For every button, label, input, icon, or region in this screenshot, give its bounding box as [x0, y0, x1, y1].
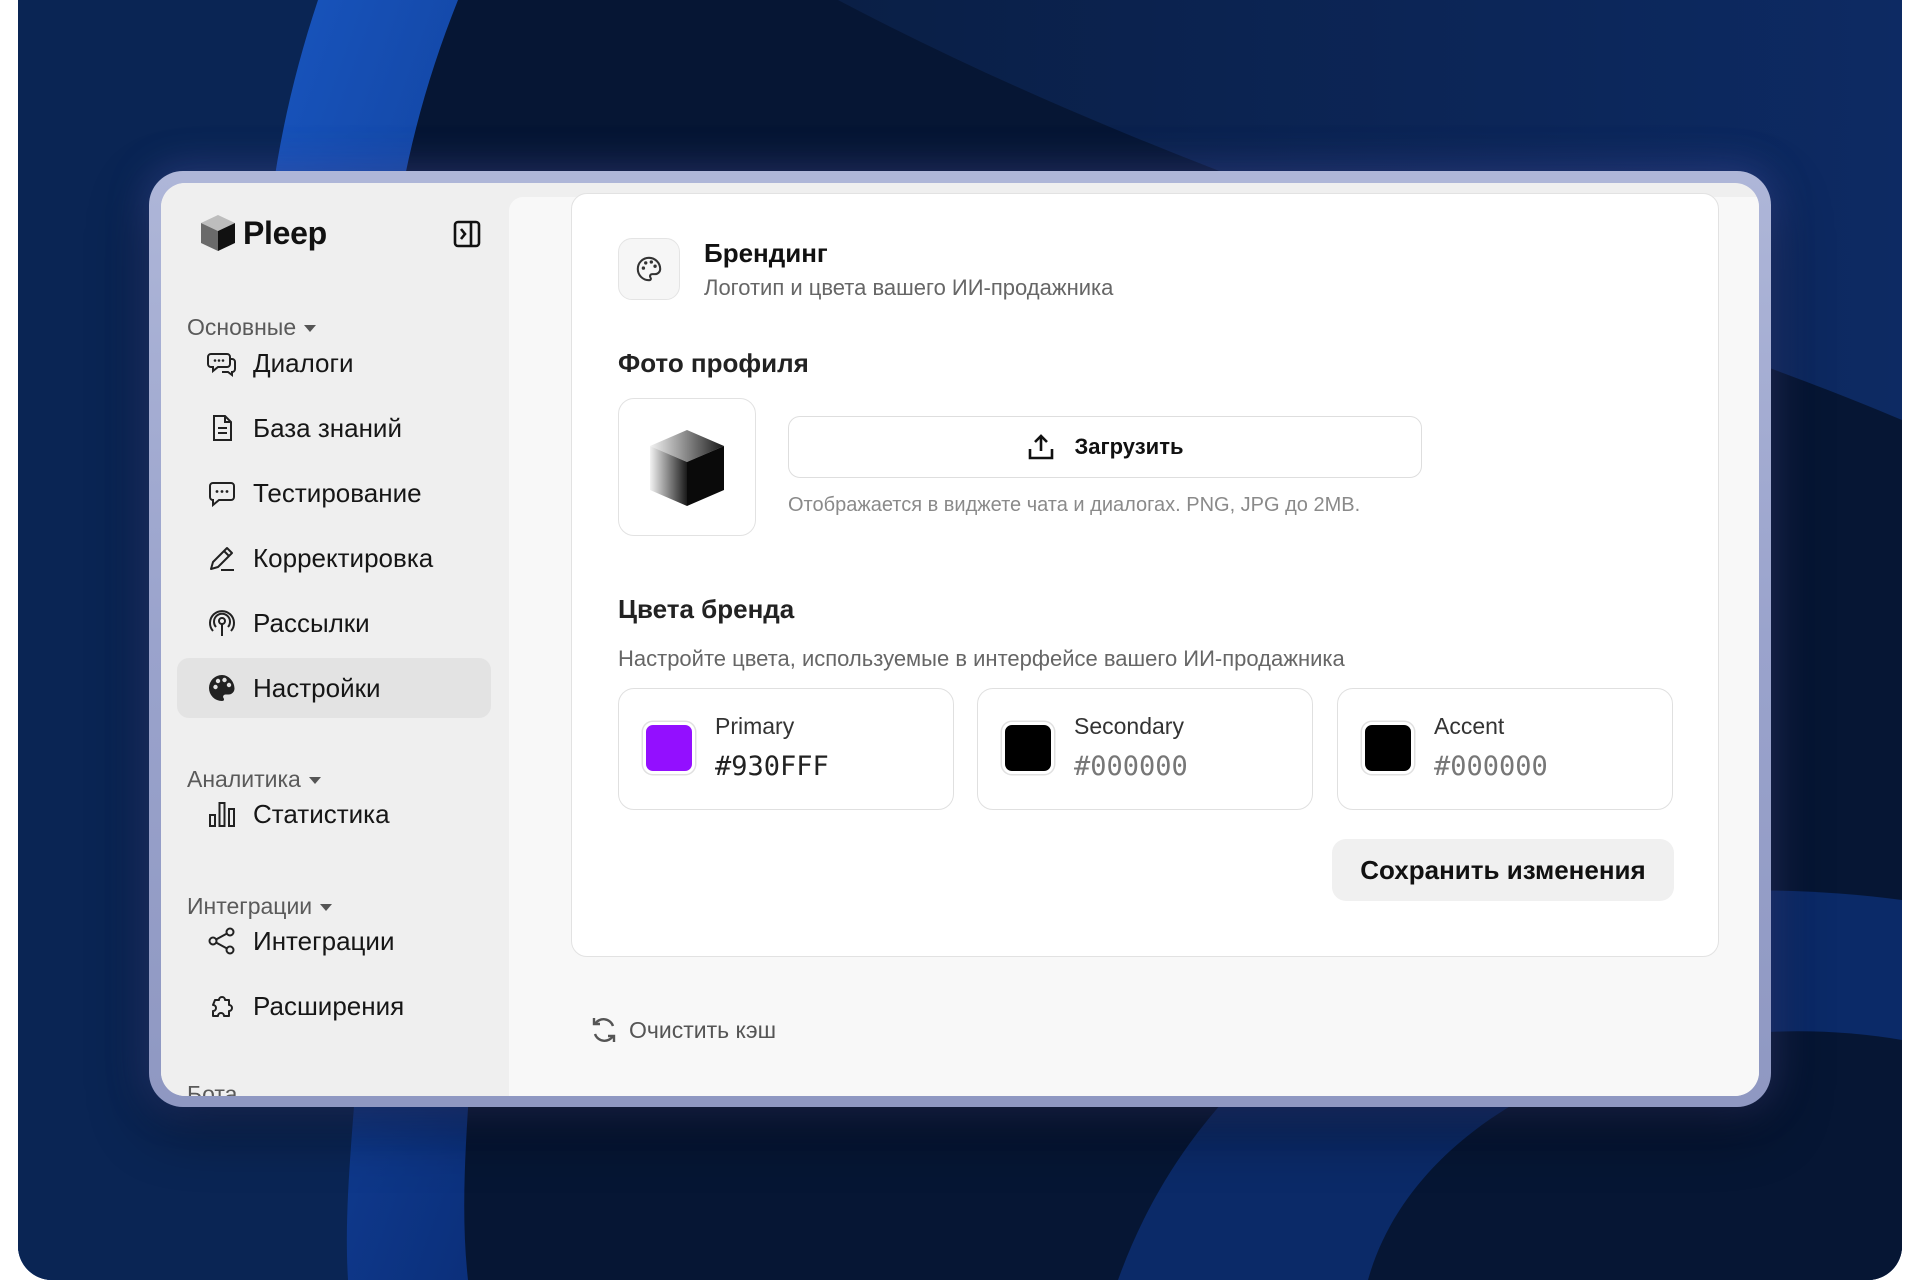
sidebar-item-label: Рассылки: [253, 607, 370, 638]
broadcast-icon: [209, 610, 235, 636]
sidebar-item-label: Тестирование: [253, 477, 422, 508]
sidebar: Pleep Основные Диалоги База знаний Тести…: [161, 183, 509, 1096]
clear-cache-label: Очистить кэш: [629, 1016, 777, 1043]
main-content: Брендинг Логотип и цвета вашего ИИ-прода…: [509, 193, 1759, 1096]
palette-icon: [636, 256, 662, 282]
profile-avatar[interactable]: [618, 398, 756, 536]
color-swatch-accent[interactable]: [1362, 722, 1414, 774]
branding-card: Брендинг Логотип и цвета вашего ИИ-прода…: [571, 193, 1719, 957]
pencil-icon: [210, 547, 234, 571]
pleep-cube-avatar-icon: [650, 430, 724, 506]
caret-down-icon: [304, 325, 317, 332]
sidebar-item-label: Корректировка: [253, 542, 434, 573]
color-name: Secondary: [1074, 713, 1184, 739]
color-hex-input[interactable]: #000000: [1074, 751, 1188, 782]
sidebar-item-correction[interactable]: Корректировка: [177, 528, 491, 588]
branding-title: Брендинг: [704, 238, 828, 268]
color-swatch-secondary[interactable]: [1002, 722, 1054, 774]
section-bot-cutoff[interactable]: Бота: [187, 1081, 237, 1096]
sidebar-item-settings[interactable]: Настройки: [177, 658, 491, 718]
sidebar-item-label: Статистика: [253, 798, 390, 829]
color-hex-input[interactable]: #930FFF: [715, 751, 829, 782]
sidebar-item-label: Настройки: [253, 672, 381, 703]
caret-down-icon: [308, 777, 321, 784]
chat-bubbles-icon: [207, 353, 236, 377]
color-secondary-card[interactable]: Secondary #000000: [977, 688, 1313, 810]
sidebar-item-label: Интеграции: [253, 925, 395, 956]
palette-icon: [209, 675, 235, 701]
upload-label: Загрузить: [1074, 434, 1184, 459]
sidebar-item-extensions[interactable]: Расширения: [177, 976, 491, 1036]
color-accent-card[interactable]: Accent #000000: [1337, 688, 1673, 810]
upload-icon: [1029, 434, 1054, 460]
upload-button[interactable]: Загрузить: [788, 416, 1422, 478]
bar-chart-icon: [209, 802, 235, 827]
color-hex-input[interactable]: #000000: [1434, 751, 1548, 782]
upload-hint: Отображается в виджете чата и диалогах. …: [788, 494, 1361, 516]
sidebar-item-knowledge-base[interactable]: База знаний: [177, 398, 491, 458]
branding-icon-box: [618, 238, 680, 300]
sidebar-item-label: Диалоги: [253, 347, 354, 378]
clear-cache-button[interactable]: Очистить кэш: [589, 1015, 776, 1045]
share-nodes-icon: [208, 927, 235, 955]
app-name: Pleep: [243, 214, 327, 251]
caret-down-icon: [320, 904, 333, 911]
color-primary-card[interactable]: Primary #930FFF: [618, 688, 954, 810]
sidebar-item-statistics[interactable]: Статистика: [177, 784, 491, 844]
color-name: Primary: [715, 713, 795, 739]
document-icon: [213, 415, 232, 441]
sidebar-item-dialogs[interactable]: Диалоги: [177, 333, 491, 393]
brand-colors-description: Настройте цвета, используемые в интерфей…: [618, 646, 1345, 671]
sidebar-item-mailings[interactable]: Рассылки: [177, 593, 491, 653]
logo[interactable]: Pleep: [199, 213, 327, 253]
app-window: Pleep Основные Диалоги База знаний Тести…: [161, 183, 1759, 1096]
branding-subtitle: Логотип и цвета вашего ИИ-продажника: [704, 275, 1114, 300]
sidebar-item-testing[interactable]: Тестирование: [177, 463, 491, 523]
color-swatch-primary[interactable]: [643, 722, 695, 774]
collapse-sidebar-icon[interactable]: [452, 219, 482, 249]
puzzle-icon: [212, 996, 233, 1017]
save-button[interactable]: Сохранить изменения: [1332, 839, 1674, 901]
sidebar-item-integrations[interactable]: Интеграции: [177, 911, 491, 971]
sidebar-item-label: Расширения: [253, 990, 405, 1021]
message-dots-icon: [209, 482, 235, 508]
color-name: Accent: [1434, 713, 1505, 739]
pleep-cube-icon: [201, 215, 235, 251]
brand-colors-heading: Цвета бренда: [618, 594, 795, 624]
sidebar-item-label: База знаний: [253, 412, 402, 443]
refresh-icon: [592, 1018, 616, 1042]
profile-photo-heading: Фото профиля: [618, 348, 809, 378]
